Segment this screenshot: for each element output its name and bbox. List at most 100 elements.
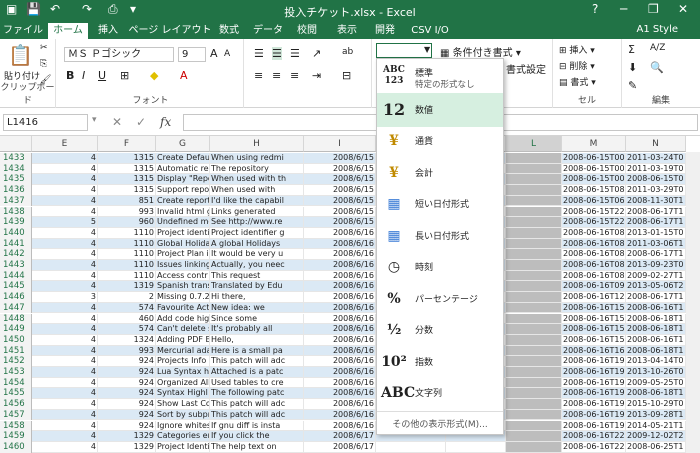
namebox-dropdown-icon[interactable]: ▾ <box>92 115 97 125</box>
cell-i[interactable]: 2008/6/16 <box>304 409 376 421</box>
cell-l[interactable] <box>506 227 562 239</box>
cell-l[interactable] <box>506 377 562 389</box>
cell-m[interactable]: 2008-06-15T00:2 <box>562 163 626 175</box>
number-format-option[interactable]: ABC 123 標準 特定の形式なし <box>377 61 503 95</box>
number-format-option[interactable]: ▦ 長い日付形式 <box>377 219 503 253</box>
cell-e[interactable]: 4 <box>32 367 98 378</box>
col-header-l[interactable]: L <box>506 136 562 152</box>
cell-i[interactable]: 2008/6/15 <box>304 206 376 218</box>
row-header[interactable]: 1441 <box>0 238 32 250</box>
cell-m[interactable]: 2008-06-16T12:4 <box>562 292 626 303</box>
cell-g[interactable]: Undefined me <box>156 217 210 228</box>
cell-i[interactable]: 2008/6/16 <box>304 238 376 250</box>
cell-i[interactable]: 2008/6/16 <box>304 345 376 357</box>
cell-e[interactable]: 4 <box>32 313 98 325</box>
row-header[interactable]: 1436 <box>0 185 32 196</box>
cell-h[interactable]: Hello, <box>210 334 304 346</box>
tab-formulas[interactable]: 数式 <box>212 23 246 39</box>
cell-l[interactable] <box>506 185 562 196</box>
cell-e[interactable]: 4 <box>32 195 98 207</box>
cell-i[interactable]: 2008/6/16 <box>304 420 376 432</box>
sort-filter-button[interactable]: A/Z <box>650 43 665 53</box>
cell-l[interactable] <box>506 217 562 228</box>
tab-insert[interactable]: 挿入 <box>90 23 126 39</box>
font-color-icon[interactable]: A <box>180 69 188 82</box>
cell-m[interactable]: 2008-06-15T08:3 <box>562 185 626 196</box>
cell-n[interactable]: 2015-10-29T0 <box>626 399 686 410</box>
format-as-table-button[interactable]: 書式設定 <box>506 61 546 76</box>
cell-e[interactable]: 4 <box>32 260 98 271</box>
cell-e[interactable]: 4 <box>32 227 98 239</box>
cell-n[interactable]: 2013-09-28T1 <box>626 409 686 421</box>
account-name[interactable]: A1 Style <box>637 24 679 35</box>
indent-icon[interactable]: ⇥ <box>312 69 321 82</box>
cell-f[interactable]: 1110 <box>98 260 156 271</box>
cell-l[interactable] <box>506 399 562 410</box>
cell-m[interactable]: 2008-06-16T19:0 <box>562 356 626 367</box>
cell-m[interactable]: 2008-06-16T19:1 <box>562 399 626 410</box>
cell-i[interactable]: 2008/6/16 <box>304 260 376 271</box>
select-all-corner[interactable] <box>0 136 32 152</box>
cell-m[interactable]: 2008-06-15T22:2 <box>562 217 626 228</box>
cell-l[interactable] <box>506 302 562 314</box>
number-format-option[interactable]: ▦ 短い日付形式 <box>377 187 503 221</box>
cell-n[interactable]: 2008-06-17T1 <box>626 217 686 228</box>
cell-i[interactable]: 2008/6/16 <box>304 292 376 303</box>
cell-f[interactable]: 1110 <box>98 227 156 239</box>
cell-f[interactable]: 1329 <box>98 431 156 442</box>
cell-m[interactable]: 2008-06-16T19:1 <box>562 388 626 400</box>
cell-l[interactable] <box>506 409 562 421</box>
cell-h[interactable]: This patch will adc <box>210 356 304 367</box>
format-cells-button[interactable]: ▤ 書式 ▾ <box>559 75 596 88</box>
number-format-option[interactable]: ¥ 会計 <box>377 156 503 190</box>
row-header[interactable]: 1453 <box>0 367 32 378</box>
cell-f[interactable]: 851 <box>98 195 156 207</box>
row-header[interactable]: 1457 <box>0 409 32 421</box>
cell-f[interactable]: 993 <box>98 206 156 218</box>
cell-g[interactable]: Global Holida <box>156 238 210 250</box>
cell-l[interactable] <box>506 356 562 367</box>
align-middle-icon[interactable]: ☰ <box>272 47 282 60</box>
cell-l[interactable] <box>506 345 562 357</box>
cell-f[interactable]: 924 <box>98 399 156 410</box>
cell-g[interactable]: Spanish trans <box>156 281 210 293</box>
cell-f[interactable]: 1315 <box>98 163 156 175</box>
cell-m[interactable]: 2008-06-16T08:1 <box>562 249 626 260</box>
row-header[interactable]: 1433 <box>0 153 32 164</box>
cell-j[interactable] <box>376 441 446 453</box>
cell-f[interactable]: 960 <box>98 217 156 228</box>
cell-f[interactable]: 924 <box>98 356 156 367</box>
cell-l[interactable] <box>506 163 562 175</box>
cell-m[interactable]: 2008-06-15T00:2 <box>562 153 626 164</box>
row-header[interactable]: 1449 <box>0 324 32 335</box>
cell-l[interactable] <box>506 260 562 271</box>
cell-i[interactable]: 2008/6/15 <box>304 217 376 228</box>
tab-home[interactable]: ホーム <box>48 23 88 39</box>
cell-n[interactable]: 2008-06-16T1 <box>626 334 686 346</box>
cell-n[interactable]: 2011-03-06T1 <box>626 238 686 250</box>
cell-n[interactable]: 2011-03-19T0 <box>626 163 686 175</box>
cell-n[interactable]: 2011-03-29T0 <box>626 185 686 196</box>
cell-h[interactable]: This patch will adc <box>210 409 304 421</box>
row-header[interactable]: 1443 <box>0 260 32 271</box>
cell-n[interactable]: 2008-06-16T1 <box>626 302 686 314</box>
tab-view[interactable]: 表示 <box>330 23 364 39</box>
cell-i[interactable]: 2008/6/16 <box>304 313 376 325</box>
cell-h[interactable]: Project identifier g <box>210 227 304 239</box>
cell-g[interactable]: Access contr <box>156 270 210 282</box>
col-header-m[interactable]: M <box>562 136 626 152</box>
cell-g[interactable]: Project Plan i <box>156 249 210 260</box>
cell-e[interactable]: 4 <box>32 399 98 410</box>
cell-f[interactable]: 1324 <box>98 334 156 346</box>
cell-n[interactable]: 2013-01-15T0 <box>626 227 686 239</box>
tab-developer[interactable]: 開発 <box>368 23 402 39</box>
cell-h[interactable]: Hi there, <box>210 292 304 303</box>
cell-e[interactable]: 4 <box>32 174 98 186</box>
align-right-icon[interactable]: ≡ <box>290 69 299 82</box>
cell-i[interactable]: 2008/6/15 <box>304 185 376 196</box>
cell-h[interactable]: Attached is a patc <box>210 367 304 378</box>
cell-n[interactable]: 2011-03-24T0 <box>626 153 686 164</box>
tab-data[interactable]: データ <box>250 23 286 39</box>
worksheet-grid[interactable]: E F G H I J K L M N 143341315Create Defa… <box>0 136 700 453</box>
cell-g[interactable]: Display "Repo <box>156 174 210 186</box>
